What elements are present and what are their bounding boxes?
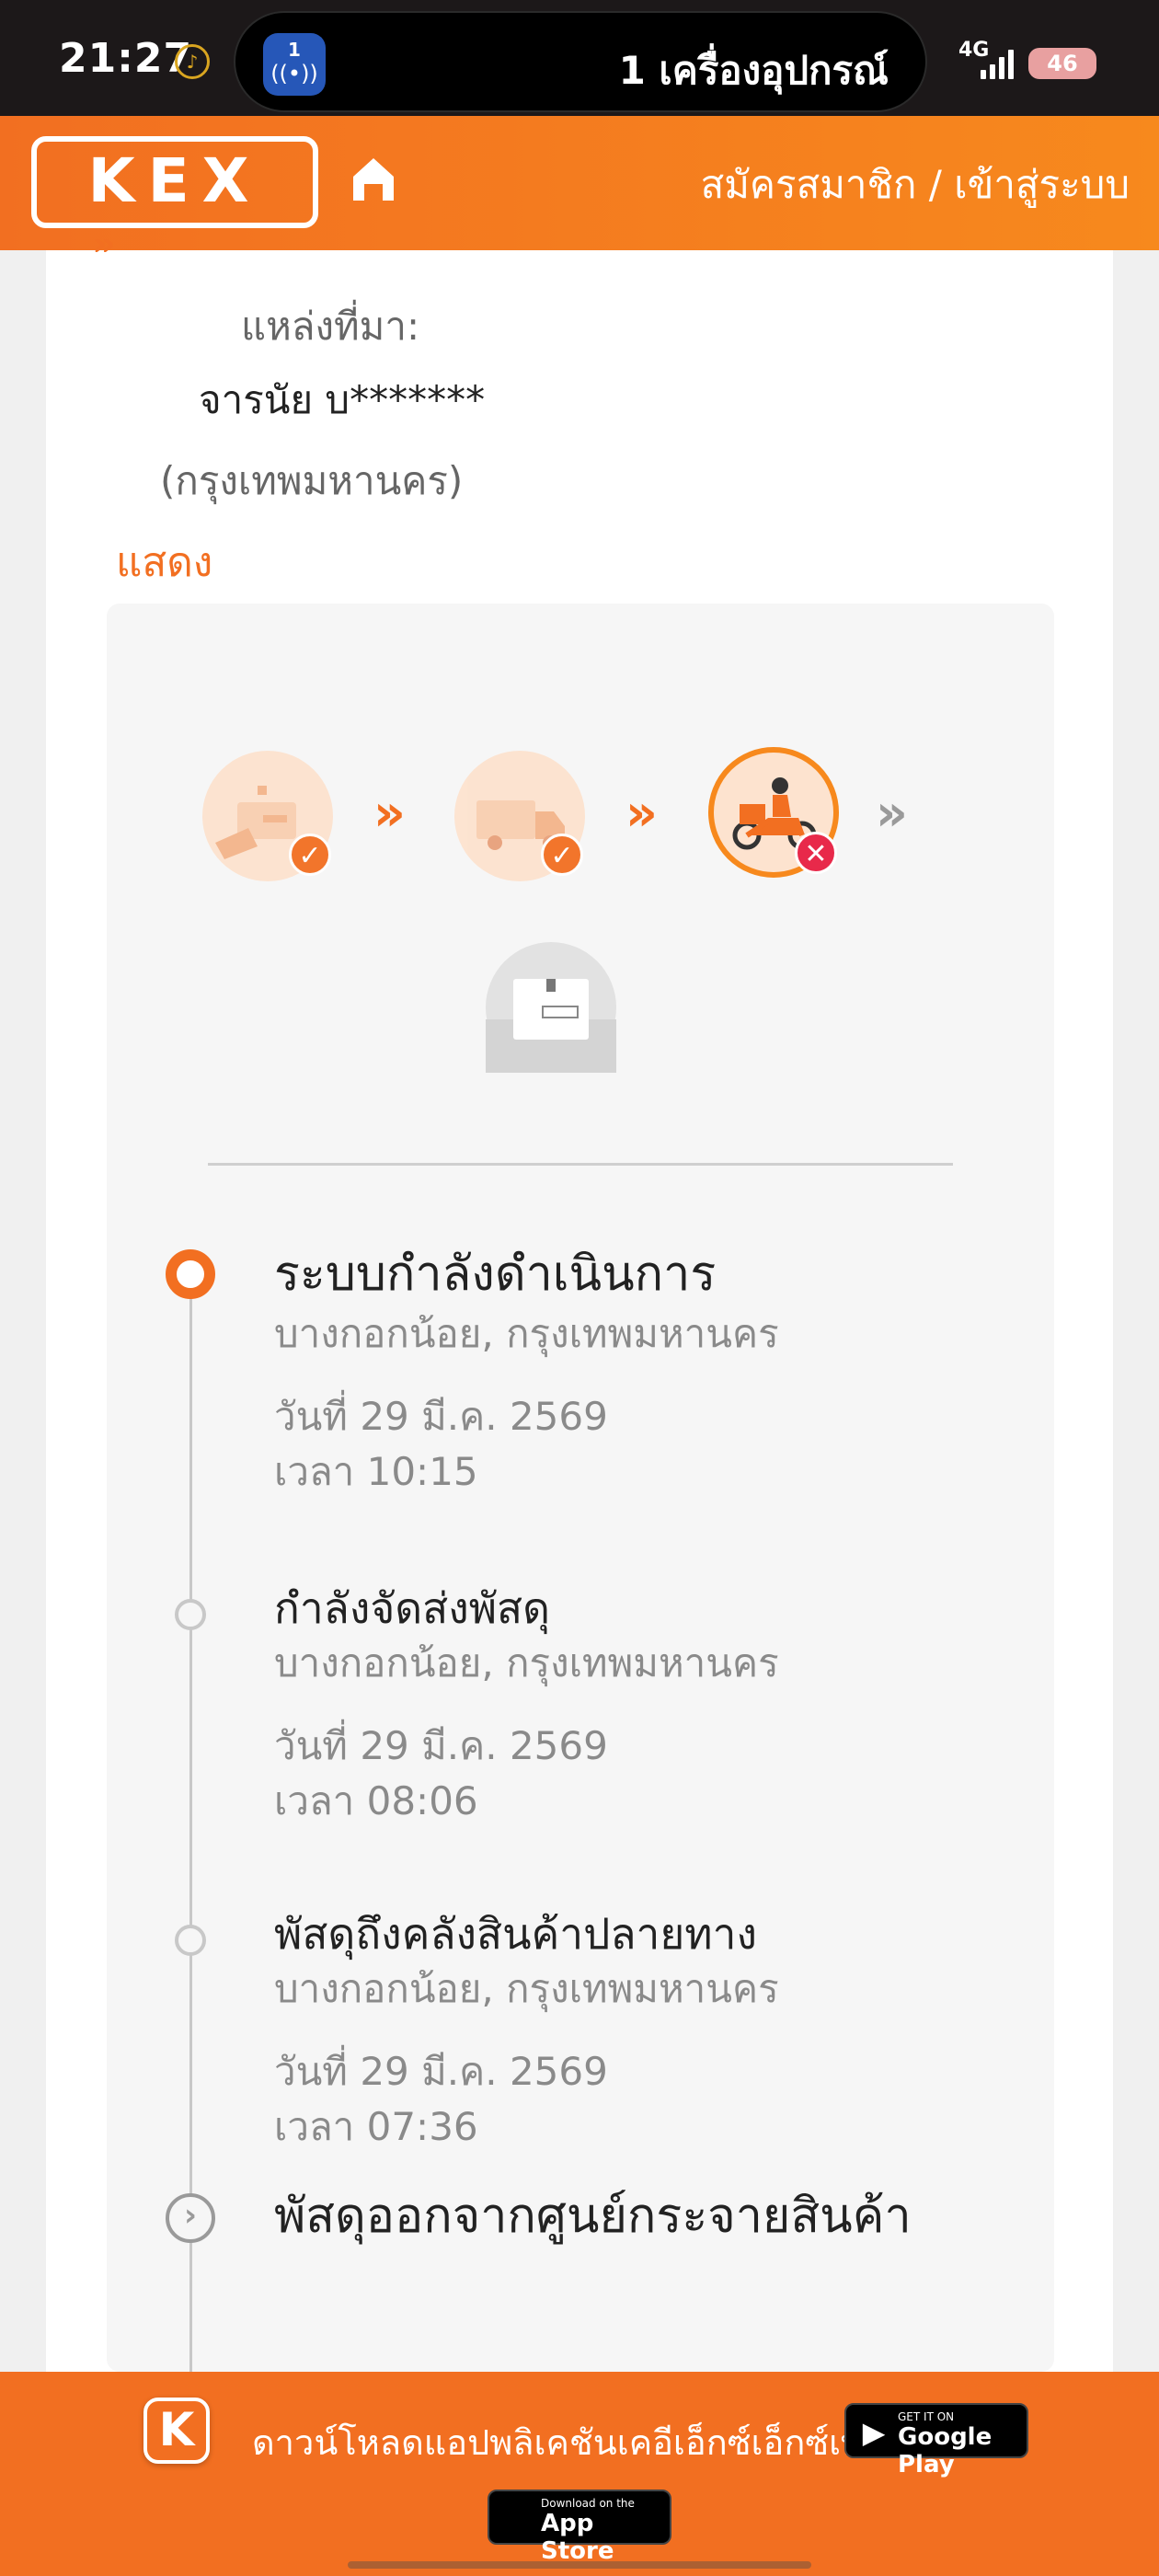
event-date: วันที่ 29 มี.ค. 2569 — [274, 1723, 608, 1768]
dynamic-island[interactable]: 1 ((•)) 1 เครื่องอุปกรณ์ — [234, 11, 927, 112]
timeline-event: กำลังจัดส่งพัสดุ บางกอกน้อย, กรุงเทพมหาน… — [274, 1581, 1028, 1829]
island-device-count: 1 เครื่องอุปกรณ์ — [618, 48, 889, 93]
home-icon[interactable] — [348, 153, 399, 204]
step-out-for-delivery: ✕ — [708, 747, 839, 878]
source-label: แหล่งที่มา: — [241, 304, 420, 349]
event-status: พัสดุถึงคลังสินค้าปลายทาง — [274, 1909, 757, 1959]
apple-icon — [499, 2501, 535, 2537]
timeline-event: ระบบกำลังดำเนินการ บางกอกน้อย, กรุงเทพมห… — [274, 1242, 1028, 1500]
source-province: (กรุงเทพมหานคร) — [160, 458, 464, 503]
event-location: บางกอกน้อย, กรุงเทพมหานคร — [274, 1640, 779, 1685]
home-indicator[interactable] — [348, 2561, 811, 2569]
timeline-dot — [175, 1599, 206, 1630]
banner-text: ดาวน์โหลดแอปพลิเคชันเคอีเอ็กซ์เอ็กซ์เพรส — [252, 2422, 904, 2463]
kex-logo[interactable]: KEX — [31, 136, 318, 228]
status-bar: 21:27 ♪ 1 ((•)) 1 เครื่องอุปกรณ์ 4G 46 — [0, 0, 1159, 116]
google-play-icon: ▶ — [862, 2415, 886, 2450]
expand-chevron-icon[interactable]: › — [166, 2193, 215, 2243]
event-date: วันที่ 29 มี.ค. 2569 — [274, 1394, 608, 1439]
event-date: วันที่ 29 มี.ค. 2569 — [274, 2049, 608, 2094]
event-location: บางกอกน้อย, กรุงเทพมหานคร — [274, 1966, 779, 2011]
check-icon: ✓ — [541, 834, 583, 876]
event-time: เวลา 07:36 — [274, 2104, 478, 2149]
kex-app-icon[interactable]: K — [143, 2398, 210, 2464]
google-play-button[interactable]: ▶ GET IT ON Google Play — [844, 2403, 1028, 2478]
chevron-right-icon: » — [373, 784, 406, 842]
event-status: ระบบกำลังดำเนินการ — [274, 1247, 717, 1302]
parcel-delivered-icon — [486, 979, 616, 1073]
source-name: จารนัย บ******* — [199, 377, 486, 422]
event-status: กำลังจัดส่งพัสดุ — [274, 1583, 550, 1633]
status-time: 21:27 — [59, 35, 193, 82]
failed-icon: ✕ — [795, 832, 837, 874]
divider — [208, 1163, 953, 1166]
event-time: เวลา 10:15 — [274, 1449, 478, 1494]
tracking-panel: ✓ » ✓ » ✕ » › ระบบกำลังดำเนินการ บางกอกน… — [107, 604, 1054, 2372]
battery-indicator: 46 — [1028, 48, 1096, 79]
nfc-app-icon: 1 ((•)) — [263, 33, 326, 96]
chevron-right-icon: » — [876, 784, 908, 842]
quote-icon: » — [92, 239, 116, 252]
step-parcel-received: ✓ — [202, 751, 333, 881]
site-header: KEX สมัครสมาชิก / เข้าสู่ระบบ — [0, 116, 1159, 250]
app-store-button[interactable]: Download on the App Store — [488, 2490, 671, 2565]
event-location: บางกอกน้อย, กรุงเทพมหานคร — [274, 1311, 779, 1356]
timeline-event: พัสดุถึงคลังสินค้าปลายทาง บางกอกน้อย, กร… — [274, 1906, 1028, 2155]
event-status: พัสดุออกจากศูนย์กระจายสินค้า — [274, 2189, 912, 2244]
timeline-event: พัสดุออกจากศูนย์กระจายสินค้า — [274, 2184, 1028, 2248]
signal-icon — [981, 48, 1016, 79]
sound-icon: ♪ — [175, 44, 210, 79]
chevron-right-icon: » — [625, 784, 658, 842]
app-download-banner: K ดาวน์โหลดแอปพลิเคชันเคอีเอ็กซ์เอ็กซ์เพ… — [0, 2372, 1159, 2576]
step-delivered — [486, 942, 616, 1073]
show-details-link[interactable]: แสดง — [116, 530, 212, 594]
check-icon: ✓ — [289, 834, 331, 876]
timeline-dot-current — [166, 1249, 215, 1299]
timeline-dot — [175, 1925, 206, 1956]
event-time: เวลา 08:06 — [274, 1778, 478, 1823]
step-in-transit: ✓ — [454, 751, 585, 881]
register-login-link[interactable]: สมัครสมาชิก / เข้าสู่ระบบ — [701, 155, 1130, 215]
